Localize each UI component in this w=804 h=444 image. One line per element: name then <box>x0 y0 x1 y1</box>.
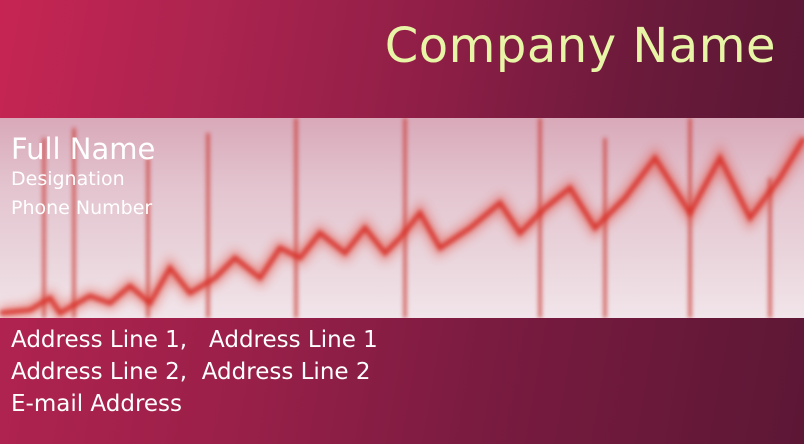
person-info: Full Name Designation Phone Number <box>11 133 155 223</box>
business-card: Company Name Full Name Designation Phone… <box>0 0 804 444</box>
address-line-1: Address Line 1, Address Line 1 <box>11 327 378 353</box>
full-name: Full Name <box>11 132 156 166</box>
address-line-2: Address Line 2, Address Line 2 <box>11 359 371 385</box>
address-block: Address Line 1, Address Line 1 Address L… <box>11 324 378 420</box>
company-name: Company Name <box>384 18 776 74</box>
phone-number: Phone Number <box>11 197 153 219</box>
email-address: E-mail Address <box>11 391 183 417</box>
designation: Designation <box>11 168 125 190</box>
